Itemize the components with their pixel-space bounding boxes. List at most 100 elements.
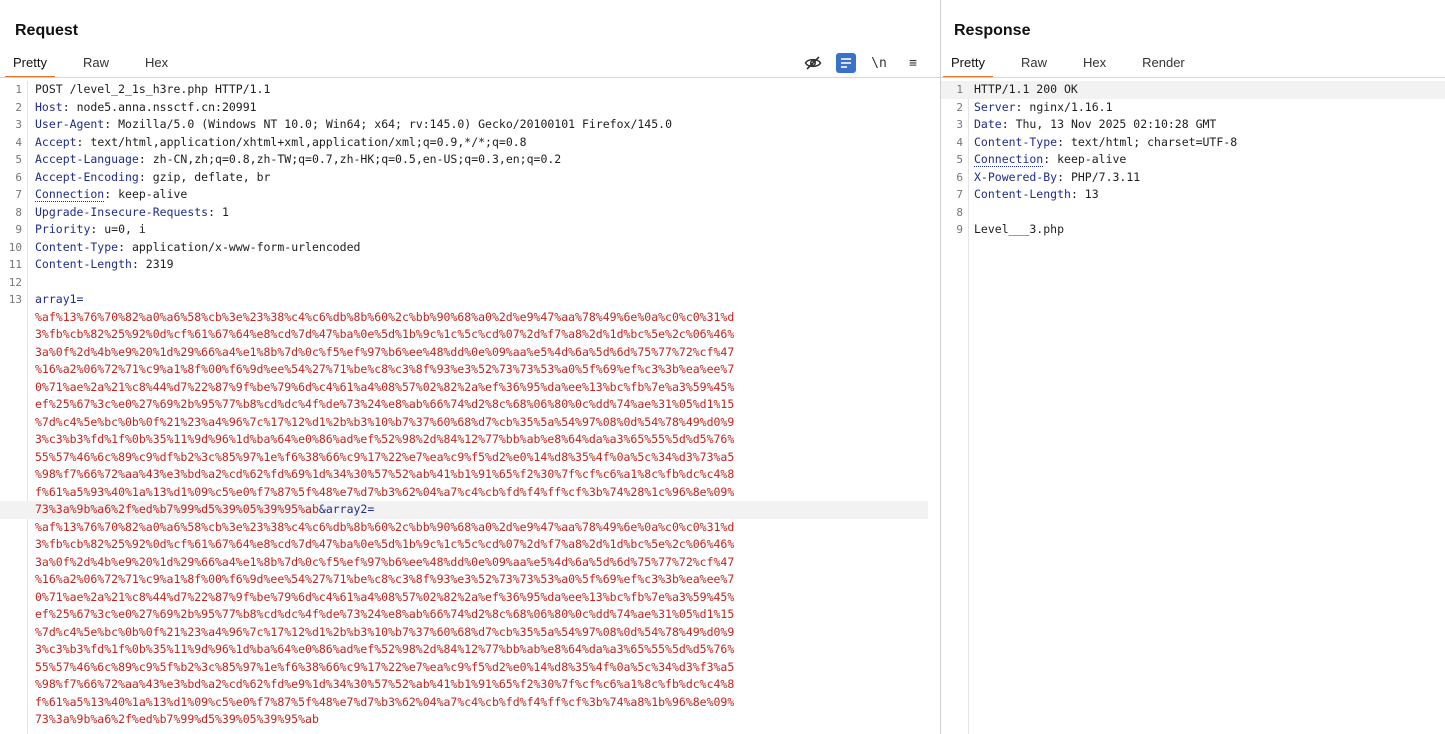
header-value: text/html,application/xhtml+xml,applicat… <box>83 134 527 149</box>
line-number: 6 <box>15 170 22 184</box>
menu-button[interactable]: ≡ <box>902 53 924 73</box>
line-number: 10 <box>8 240 22 254</box>
code-line: 2 Server: nginx/1.16.1 <box>941 99 1445 117</box>
encoded-bytes: 55%57%46%6c%89%c9%5f%b2%3c%85%97%1e%f6%3… <box>35 659 735 674</box>
line-content: Host: node5.anna.nssctf.cn:20991 <box>35 99 257 114</box>
header-value: keep-alive <box>1050 152 1127 166</box>
code-line: 3%c3%b3%fd%1f%0b%35%11%9d%96%1d%ba%64%e0… <box>0 641 940 659</box>
line-number: 8 <box>956 205 963 219</box>
line-content: Content-Length: 13 <box>974 187 1099 201</box>
code-line: %af%13%76%70%82%a0%a6%58%cb%3e%23%38%c4%… <box>0 309 940 327</box>
encoded-bytes: 3%fb%cb%82%25%92%0d%cf%61%67%64%e8%cd%7d… <box>35 327 735 341</box>
line-content: 73%3a%9b%a6%2f%ed%b7%99%d5%39%05%39%95%a… <box>35 501 374 519</box>
code-line: 9 Priority: u=0, i <box>0 221 940 239</box>
line-content: %af%13%76%70%82%a0%a6%58%cb%3e%23%38%c4%… <box>35 519 734 537</box>
code-line: 8 Upgrade-Insecure-Requests: 1 <box>0 204 940 222</box>
line-content: 3%fb%cb%82%25%92%0d%cf%61%67%64%e8%cd%7d… <box>35 536 734 554</box>
line-content: ef%25%67%3c%e0%27%69%2b%95%77%b8%cd%dc%4… <box>35 606 734 624</box>
line-content: %7d%c4%5e%bc%0b%0f%21%23%a4%96%7c%17%12%… <box>35 624 734 642</box>
response-tab-raw[interactable]: Raw <box>1021 52 1047 76</box>
line-content: Connection: keep-alive <box>35 187 188 202</box>
line-content: Content-Length: 2319 <box>35 257 174 271</box>
response-editor[interactable]: 1 HTTP/1.1 200 OK 2 Server: nginx/1.16.1 3 Da… <box>941 81 1445 734</box>
encoded-bytes: 3a%0f%2d%4b%e9%20%1d%29%66%a4%e1%8b%7d%0… <box>35 344 735 359</box>
response-tab-hex[interactable]: Hex <box>1083 52 1106 76</box>
line-number: 9 <box>956 223 963 236</box>
encoded-bytes: %98%f7%66%72%aa%43%e3%bd%a2%cd%62%fd%69%… <box>35 467 735 481</box>
line-content: Connection: keep-alive <box>974 152 1127 167</box>
request-title: Request <box>15 22 79 39</box>
header-value: node5.anna.nssctf.cn:20991 <box>69 99 257 114</box>
line-number: 9 <box>15 223 22 236</box>
request-pane: Request Pretty Raw Hex \n ≡ 1 POST /leve… <box>0 0 940 734</box>
line-content: %af%13%76%70%82%a0%a6%58%cb%3e%23%38%c4%… <box>35 309 734 327</box>
header-value: zh-CN,zh;q=0.8,zh-TW;q=0.7,zh-HK;q=0.5,e… <box>145 152 562 166</box>
header-name: Server <box>974 99 1016 114</box>
line-content: Accept-Language: zh-CN,zh;q=0.8,zh-TW;q=… <box>35 152 562 166</box>
header-name: Accept-Language <box>35 152 139 166</box>
header-value: keep-alive <box>111 187 188 201</box>
encoded-bytes: 3a%0f%2d%4b%e9%20%1d%29%66%a4%e1%8b%7d%0… <box>35 554 735 569</box>
code-line: 13 array1= <box>0 291 940 309</box>
response-tab-pretty[interactable]: Pretty <box>943 52 993 78</box>
code-line: 3a%0f%2d%4b%e9%20%1d%29%66%a4%e1%8b%7d%0… <box>0 554 940 572</box>
newline-toggle-button[interactable]: \n <box>868 53 890 73</box>
header-value: Thu, 13 Nov 2025 02:10:28 GMT <box>1008 117 1217 131</box>
code-line: %16%a2%06%72%71%c9%a1%8f%00%f6%9d%ee%54%… <box>0 571 940 589</box>
line-content: Accept-Encoding: gzip, deflate, br <box>35 169 271 184</box>
newline-icon: \n <box>871 55 887 71</box>
request-tabs: Pretty Raw Hex <box>5 52 204 78</box>
response-tabs: Pretty Raw Hex Render <box>943 52 1221 78</box>
header-value: PHP/7.3.11 <box>1064 169 1141 184</box>
encoded-bytes: %16%a2%06%72%71%c9%a1%8f%00%f6%9d%ee%54%… <box>35 572 735 586</box>
request-tab-hex[interactable]: Hex <box>145 52 168 76</box>
line-content: 3%c3%b3%fd%1f%0b%35%11%9d%96%1d%ba%64%e0… <box>35 641 734 659</box>
header-value: 13 <box>1077 187 1099 201</box>
response-tab-render[interactable]: Render <box>1142 52 1185 76</box>
line-number: 5 <box>15 153 22 166</box>
code-line: %af%13%76%70%82%a0%a6%58%cb%3e%23%38%c4%… <box>0 519 940 537</box>
header-name: Content-Length <box>35 257 132 271</box>
line-content: 3a%0f%2d%4b%e9%20%1d%29%66%a4%e1%8b%7d%0… <box>35 554 734 572</box>
code-line: 12 <box>0 274 940 292</box>
line-content: Priority: u=0, i <box>35 222 146 236</box>
code-line: 2 Host: node5.anna.nssctf.cn:20991 <box>0 99 940 117</box>
code-line: %16%a2%06%72%71%c9%a1%8f%00%f6%9d%ee%54%… <box>0 361 940 379</box>
code-line: 55%57%46%6c%89%c9%df%b2%3c%85%97%1e%f6%3… <box>0 449 940 467</box>
line-content: %98%f7%66%72%aa%43%e3%bd%a2%cd%62%fd%e9%… <box>35 676 734 694</box>
code-line: 73%3a%9b%a6%2f%ed%b7%99%d5%39%05%39%95%a… <box>0 501 928 519</box>
header-value: HTTP/1.1 200 OK <box>974 82 1078 96</box>
header-name: Content-Length <box>974 187 1071 201</box>
line-content: f%61%a5%13%40%1a%13%d1%09%c5%e0%f7%87%5f… <box>35 694 734 712</box>
line-content: Content-Type: application/x-www-form-url… <box>35 239 361 254</box>
request-editor[interactable]: 1 POST /level_2_1s_h3re.php HTTP/1.1 2 Host… <box>0 81 940 734</box>
code-line: %98%f7%66%72%aa%43%e3%bd%a2%cd%62%fd%e9%… <box>0 676 940 694</box>
request-tab-raw[interactable]: Raw <box>83 52 109 76</box>
pretty-format-button[interactable] <box>836 53 856 73</box>
code-line: 3%fb%cb%82%25%92%0d%cf%61%67%64%e8%cd%7d… <box>0 326 940 344</box>
line-content: X-Powered-By: PHP/7.3.11 <box>974 169 1141 184</box>
line-content: Level___3.php <box>974 221 1064 239</box>
code-line: 8 <box>941 204 1445 222</box>
line-number: 1 <box>956 83 963 96</box>
encoded-bytes: f%61%a5%13%40%1a%13%d1%09%c5%e0%f7%87%5f… <box>35 694 735 709</box>
request-tab-divider <box>0 77 940 78</box>
line-content: 0%71%ae%2a%21%c8%44%d7%22%87%9f%be%79%6d… <box>35 589 734 607</box>
header-name: User-Agent <box>35 117 105 131</box>
encoded-bytes: 73%3a%9b%a6%2f%ed%b7%99%d5%39%05%39%95%a… <box>35 502 319 516</box>
request-tab-pretty[interactable]: Pretty <box>5 52 55 78</box>
code-line: 10 Content-Type: application/x-www-form-u… <box>0 239 940 257</box>
response-lines: 1 HTTP/1.1 200 OK 2 Server: nginx/1.16.1 3 Da… <box>941 81 1445 239</box>
encoded-bytes: 55%57%46%6c%89%c9%df%b2%3c%85%97%1e%f6%3… <box>35 449 735 464</box>
line-number: 2 <box>956 100 963 114</box>
code-line: 7 Connection: keep-alive <box>0 186 940 204</box>
line-number: 6 <box>956 170 963 184</box>
code-line: 5 Accept-Language: zh-CN,zh;q=0.8,zh-TW;q… <box>0 151 940 169</box>
encoded-bytes: 3%fb%cb%82%25%92%0d%cf%61%67%64%e8%cd%7d… <box>35 537 735 551</box>
line-content: POST /level_2_1s_h3re.php HTTP/1.1 <box>35 81 270 99</box>
line-content: 73%3a%9b%a6%2f%ed%b7%99%d5%39%05%39%95%a… <box>35 711 319 729</box>
response-title: Response <box>954 22 1031 39</box>
line-number: 2 <box>15 100 22 114</box>
hide-non-printable-button[interactable] <box>802 53 824 73</box>
line-number: 7 <box>15 188 22 201</box>
